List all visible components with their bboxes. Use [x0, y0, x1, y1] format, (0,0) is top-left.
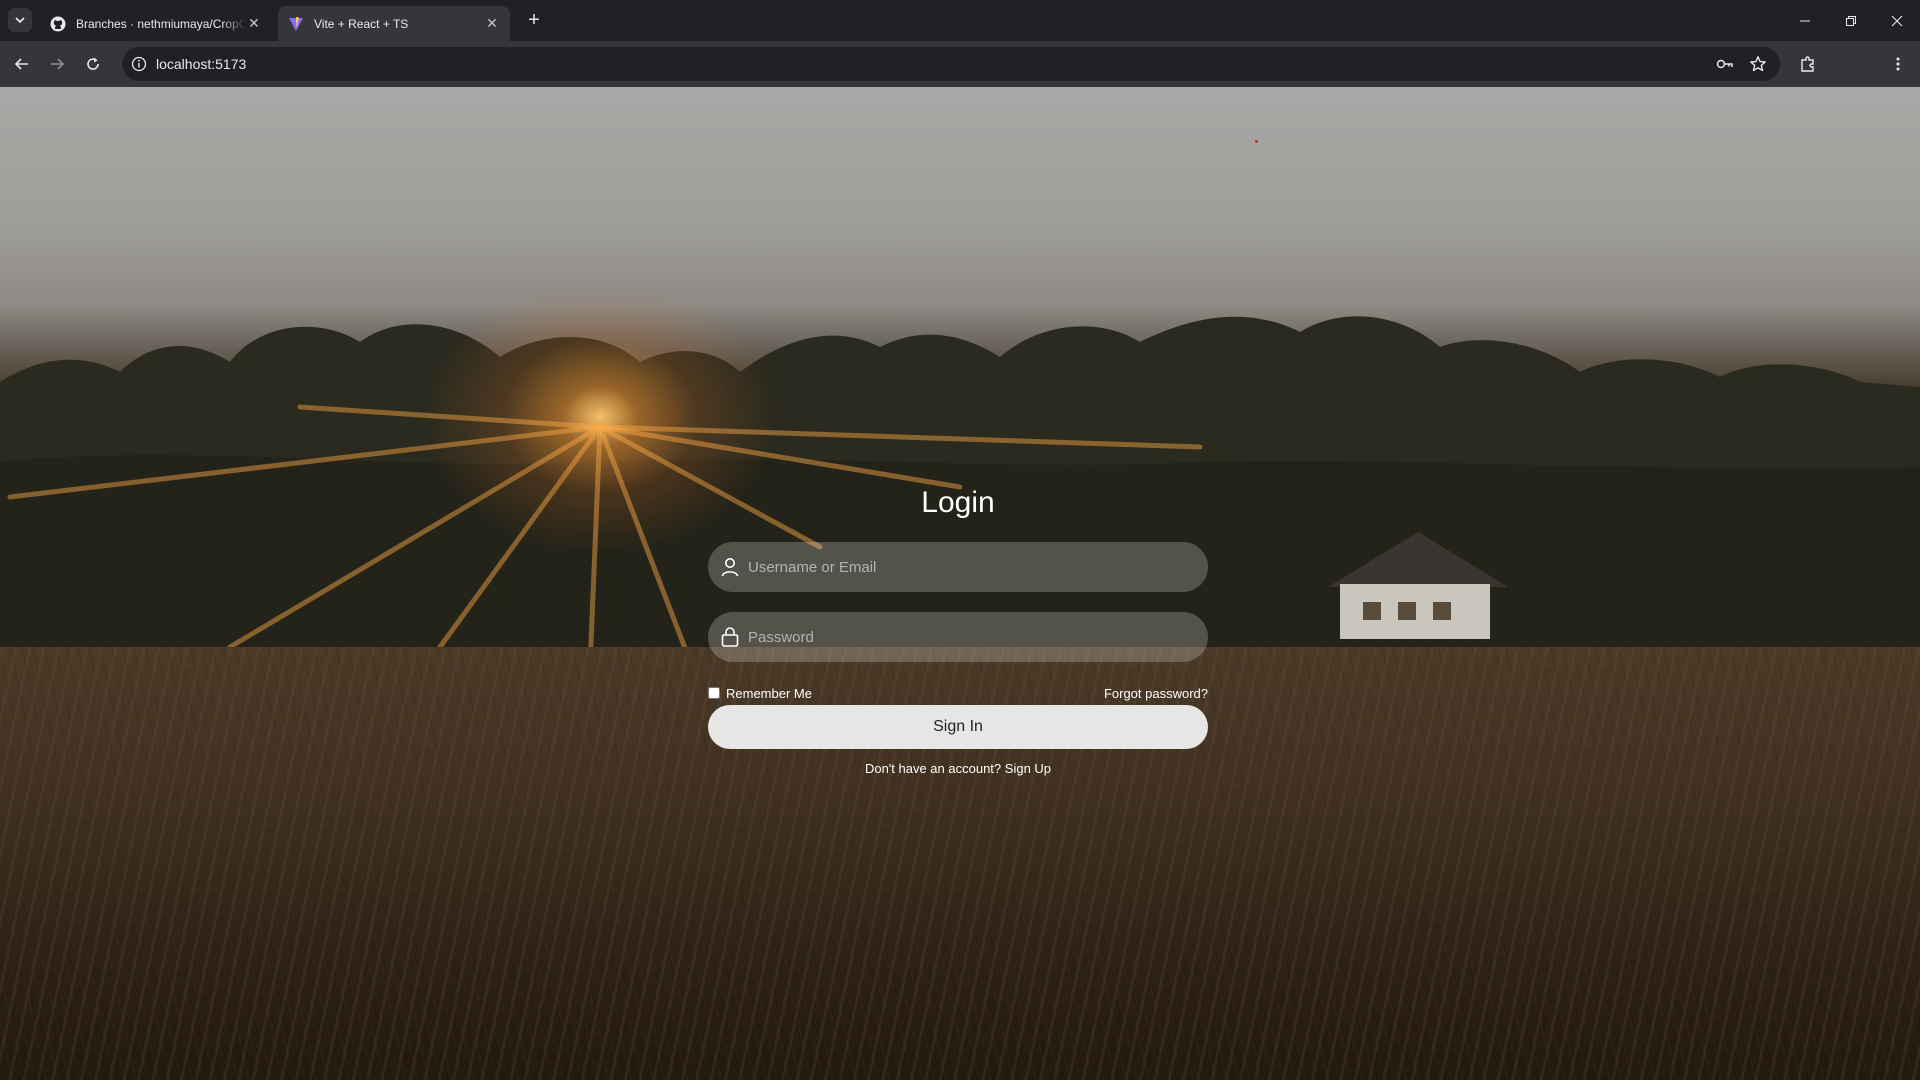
chevron-down-icon	[15, 17, 25, 24]
username-field-wrapper	[708, 542, 1208, 592]
browser-menu-button[interactable]	[1882, 48, 1914, 80]
tab-search-button[interactable]	[8, 8, 32, 32]
username-input[interactable]	[708, 542, 1208, 592]
reload-button[interactable]	[77, 48, 109, 80]
close-icon[interactable]: ✕	[484, 15, 500, 32]
remember-me[interactable]: Remember Me	[708, 686, 812, 701]
close-window-button[interactable]	[1874, 0, 1920, 41]
back-button[interactable]	[6, 48, 38, 80]
address-bar[interactable]: localhost:5173	[122, 47, 1780, 81]
farmhouse-image	[1328, 532, 1508, 639]
user-icon	[721, 558, 739, 577]
url-text: localhost:5173	[156, 56, 247, 72]
key-icon	[1716, 59, 1733, 69]
restore-icon	[1846, 15, 1856, 26]
browser-tab-strip: Branches · nethmiumaya/CropC ✕ Vite + Re…	[0, 0, 1920, 41]
new-tab-button[interactable]: +	[520, 8, 548, 32]
bookmark-button[interactable]	[1742, 48, 1774, 80]
tab-title: Branches · nethmiumaya/CropC	[76, 16, 246, 31]
password-field-wrapper	[708, 612, 1208, 662]
login-options-row: Remember Me Forgot password?	[708, 682, 1208, 704]
sign-in-button[interactable]: Sign In	[708, 705, 1208, 749]
tab-branches[interactable]: Branches · nethmiumaya/CropC ✕	[40, 6, 272, 41]
password-input[interactable]	[708, 612, 1208, 662]
remember-me-checkbox[interactable]	[708, 687, 720, 699]
arrow-right-icon	[51, 58, 65, 70]
password-manager-button[interactable]	[1709, 48, 1741, 80]
vite-icon	[288, 16, 304, 32]
sign-up-link[interactable]: Sign Up	[1005, 761, 1051, 776]
github-icon	[50, 16, 66, 32]
lock-icon	[721, 627, 739, 647]
reload-icon	[87, 57, 99, 70]
arrow-left-icon	[14, 58, 28, 70]
minimize-button[interactable]	[1782, 0, 1828, 41]
remember-me-label: Remember Me	[726, 685, 812, 701]
kebab-menu-icon	[1896, 57, 1900, 71]
browser-toolbar: localhost:5173	[0, 41, 1920, 115]
login-page: Login Remember Me Forgot password? Sign …	[0, 87, 1920, 1080]
close-icon[interactable]: ✕	[246, 15, 262, 32]
restore-button[interactable]	[1828, 0, 1874, 41]
cursor-dot	[1255, 140, 1258, 143]
forward-button[interactable]	[41, 48, 73, 80]
signup-prompt: Don't have an account? Sign Up	[708, 761, 1208, 776]
forgot-password-link[interactable]: Forgot password?	[1104, 686, 1208, 701]
minimize-icon	[1800, 20, 1810, 21]
login-title: Login	[921, 486, 995, 519]
tab-title: Vite + React + TS	[314, 16, 409, 31]
info-icon[interactable]	[122, 47, 156, 81]
login-form: Login Remember Me Forgot password? Sign …	[708, 482, 1208, 776]
signup-prompt-text: Don't have an account?	[864, 761, 1002, 776]
puzzle-icon	[1801, 56, 1814, 72]
tab-vite-react[interactable]: Vite + React + TS ✕	[278, 6, 510, 41]
extensions-button[interactable]	[1792, 48, 1824, 80]
close-icon	[1891, 15, 1903, 26]
star-icon	[1750, 56, 1766, 72]
